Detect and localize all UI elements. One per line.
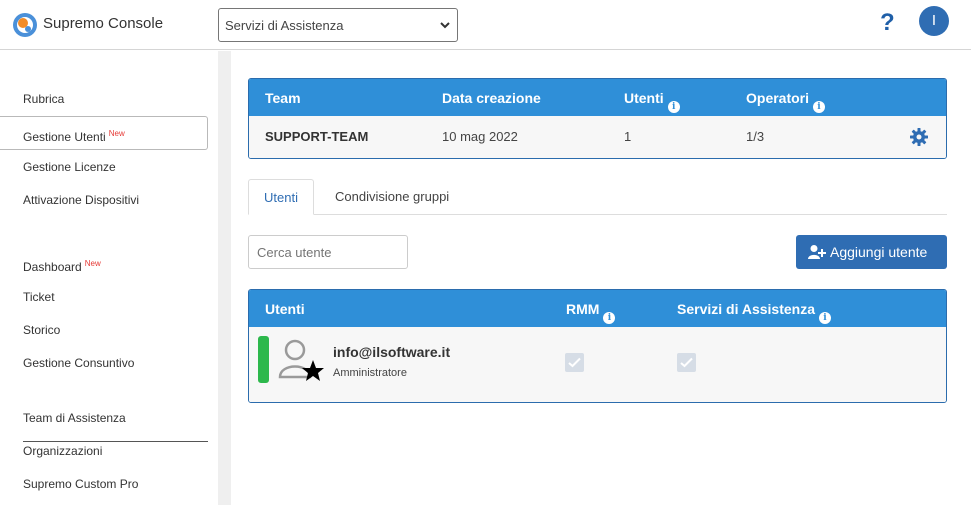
- assistance-checkbox[interactable]: [677, 353, 696, 372]
- app-title: Supremo Console: [43, 15, 164, 32]
- team-name: SUPPORT-TEAM: [265, 129, 369, 144]
- user-role: Amministratore: [333, 367, 407, 379]
- column-header-created: Data creazione: [442, 90, 541, 106]
- sidebar-item-gestione-licenze[interactable]: Gestione Licenze: [0, 150, 208, 184]
- column-header-users: Utenti: [265, 301, 305, 317]
- check-icon: [568, 357, 581, 368]
- sidebar-item-label: Team di Assistenza: [23, 411, 126, 425]
- add-user-button[interactable]: Aggiungi utente: [796, 235, 947, 269]
- column-header-assistance: Servizi di Assistenza i: [677, 301, 831, 324]
- column-header-users-label: Utenti: [624, 90, 664, 106]
- rmm-checkbox[interactable]: [565, 353, 584, 372]
- team-operators-count: 1/3: [746, 129, 765, 144]
- gear-icon[interactable]: [909, 127, 929, 147]
- info-icon[interactable]: i: [813, 101, 826, 113]
- users-table: Utenti RMM i Servizi di Assistenza i info@…: [248, 289, 947, 403]
- column-header-users: Utenti i: [624, 90, 680, 113]
- help-icon[interactable]: ?: [880, 9, 895, 37]
- sidebar-item-label: Gestione Consuntivo: [23, 356, 135, 370]
- check-icon: [680, 357, 693, 368]
- admin-user-icon: [278, 339, 324, 381]
- tab-bar: Utenti Condivisione gruppi: [248, 179, 947, 215]
- sidebar-scrollbar[interactable]: [218, 51, 231, 505]
- team-table-header: Team Data creazione Utenti i Operatori i: [249, 79, 946, 116]
- sidebar-item-label: Storico: [23, 323, 61, 337]
- column-header-rmm-label: RMM: [566, 301, 600, 317]
- column-header-assistance-label: Servizi di Assistenza: [677, 301, 815, 317]
- team-table: Team Data creazione Utenti i Operatori i S…: [248, 78, 947, 159]
- team-users-count: 1: [624, 129, 632, 144]
- sidebar-item-gestione-consuntivo[interactable]: Gestione Consuntivo: [0, 346, 208, 380]
- add-user-label: Aggiungi utente: [830, 244, 928, 260]
- info-icon[interactable]: i: [603, 312, 616, 324]
- sidebar-item-label: Gestione Licenze: [23, 160, 116, 174]
- column-header-rmm: RMM i: [566, 301, 616, 324]
- sidebar-item-supremo-custom-pro[interactable]: Supremo Custom Pro: [0, 467, 208, 501]
- sidebar-item-rubrica[interactable]: Rubrica: [0, 82, 208, 116]
- column-header-operators-label: Operatori: [746, 90, 810, 106]
- add-user-icon: [808, 245, 826, 259]
- sidebar-item-organizzazioni[interactable]: Organizzazioni: [0, 434, 208, 468]
- team-created-date: 10 mag 2022: [442, 129, 518, 144]
- search-user-input[interactable]: [248, 235, 408, 269]
- info-icon[interactable]: i: [818, 312, 831, 324]
- supremo-logo-icon: [13, 13, 37, 37]
- top-header: Supremo Console Servizi di Assistenza ? …: [0, 0, 971, 50]
- sidebar-item-attivazione-dispositivi[interactable]: Attivazione Dispositivi: [0, 183, 208, 217]
- column-header-operators: Operatori i: [746, 90, 826, 113]
- user-email: info@ilsoftware.it: [333, 344, 451, 360]
- sidebar-item-label: Attivazione Dispositivi: [23, 193, 140, 207]
- sidebar-item-label: Ticket: [23, 290, 55, 304]
- new-badge: New: [108, 129, 125, 138]
- new-badge: New: [84, 259, 101, 268]
- table-row: SUPPORT-TEAM 10 mag 2022 1 1/3: [249, 116, 946, 158]
- sidebar-item-storico[interactable]: Storico: [0, 313, 208, 347]
- users-table-header: Utenti RMM i Servizi di Assistenza i: [249, 290, 946, 327]
- sidebar-item-label: Organizzazioni: [23, 444, 103, 458]
- service-select-value: Servizi di Assistenza: [225, 18, 344, 33]
- sidebar-item-gestione-utenti[interactable]: Gestione Utenti New: [0, 116, 208, 150]
- sidebar-item-label: Dashboard: [23, 260, 82, 274]
- chevron-down-icon: [440, 22, 450, 29]
- tab-condivisione-gruppi[interactable]: Condivisione gruppi: [320, 179, 464, 215]
- sidebar-item-label: Supremo Custom Pro: [23, 477, 139, 491]
- sidebar-item-label: Rubrica: [23, 92, 65, 106]
- user-avatar[interactable]: I: [919, 6, 949, 36]
- service-select[interactable]: Servizi di Assistenza: [218, 8, 458, 42]
- info-icon[interactable]: i: [667, 101, 680, 113]
- sidebar-item-team-di-assistenza[interactable]: Team di Assistenza: [0, 401, 208, 435]
- sidebar: Rubrica Gestione Utenti New Gestione Lice…: [0, 51, 218, 505]
- sidebar-item-ticket[interactable]: Ticket: [0, 280, 208, 314]
- tab-utenti[interactable]: Utenti: [248, 179, 314, 215]
- column-header-team: Team: [265, 90, 301, 106]
- status-indicator: [258, 336, 269, 383]
- sidebar-item-label: Gestione Utenti: [23, 130, 106, 144]
- sidebar-item-dashboard[interactable]: Dashboard New: [0, 247, 208, 281]
- table-row: info@ilsoftware.it Amministratore: [249, 327, 946, 402]
